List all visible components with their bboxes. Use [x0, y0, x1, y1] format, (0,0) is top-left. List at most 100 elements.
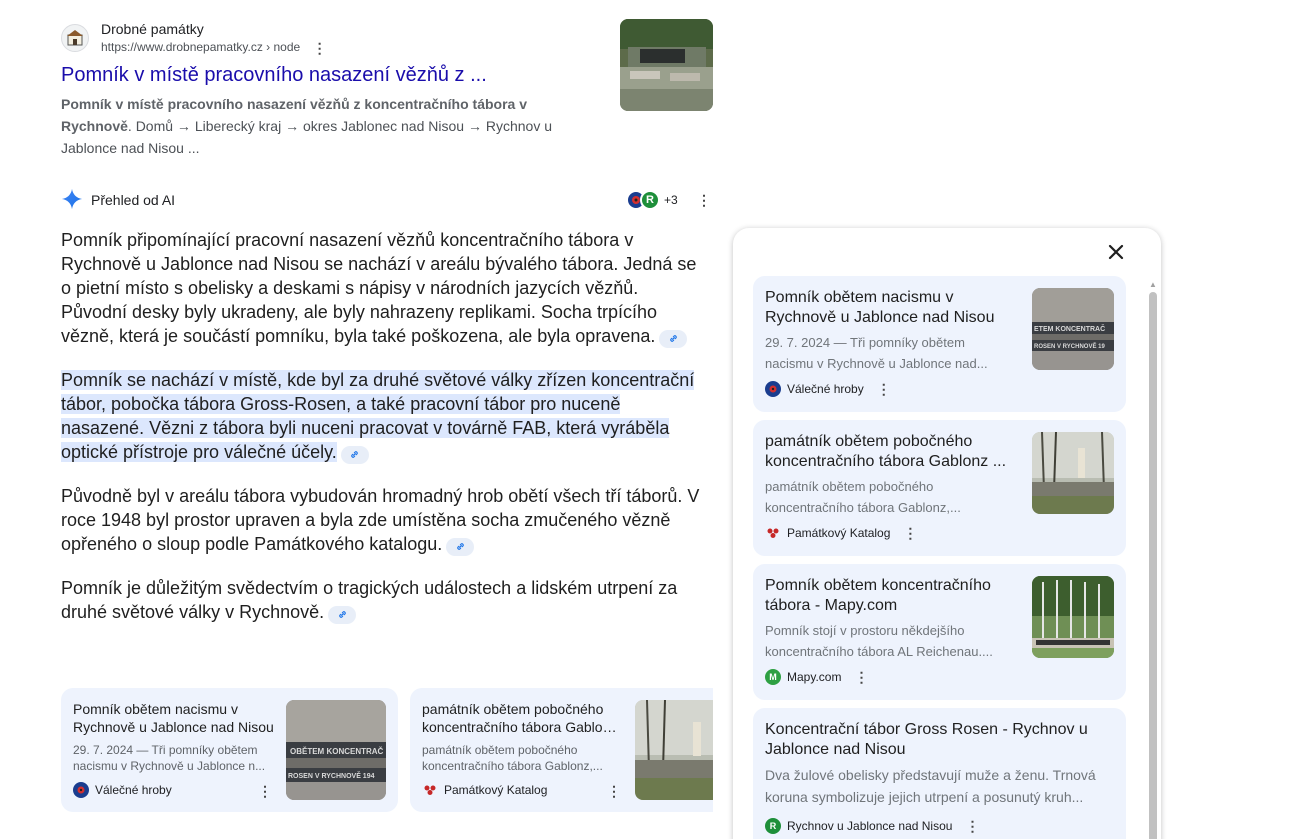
ai-sources-button[interactable]: R +3	[626, 189, 678, 211]
panel-card-snippet-line: 29. 7. 2024 — Tři pomníky obětem	[765, 335, 965, 350]
source-card-snippet-line: nacismu v Rychnově u Jablonce n...	[73, 759, 266, 773]
panel-card-title-line: Pomník obětem koncentračního	[765, 577, 991, 594]
panel-card-title-line: Rychnově u Jablonce nad Nisou	[765, 309, 995, 326]
panel-card-source: Válečné hroby ⋮	[765, 381, 892, 397]
source-card-title-line: Pomník obětem nacismu v	[73, 701, 238, 717]
panel-card-snippet-line: nacismu v Rychnově u Jablonce nad...	[765, 356, 988, 371]
result-snippet: Pomník v místě pracovního nasazení vězňů…	[61, 93, 561, 159]
link-icon[interactable]	[659, 329, 688, 348]
source-carousel: Pomník obětem nacismu v Rychnově u Jablo…	[61, 688, 713, 812]
sources-panel: Pomník obětem nacismu v Rychnově u Jablo…	[733, 228, 1161, 839]
more-vert-icon[interactable]: ⋮	[876, 381, 892, 397]
source-card-source: Památkový Katalog	[422, 782, 547, 798]
link-icon[interactable]	[340, 445, 369, 464]
svg-text:ROSEN V RYCHNOVĚ 194: ROSEN V RYCHNOVĚ 194	[288, 771, 375, 780]
site-url[interactable]: https://www.drobnepamatky.cz › node ⋮	[101, 40, 328, 56]
panel-card-snippet-line: koncentračního tábora AL Reichenau....	[765, 644, 993, 659]
result-thumbnail[interactable]	[620, 19, 713, 111]
rychnov-icon: R	[765, 818, 781, 834]
panel-card-title: Pomník obětem koncentračního tábora - Ma…	[765, 576, 1020, 616]
svg-text:ETEM KONCENTRAČ: ETEM KONCENTRAČ	[1034, 324, 1105, 333]
panel-source-card[interactable]: památník obětem pobočného koncentračního…	[753, 420, 1126, 556]
site-name[interactable]: Drobné památky	[101, 21, 204, 37]
source-card-title: památník obětem pobočného koncentračního…	[422, 700, 622, 736]
scroll-up-arrow-icon[interactable]: ▲	[1148, 280, 1158, 290]
mapy-icon: M	[765, 669, 781, 685]
panel-card-snippet: 29. 7. 2024 — Tři pomníky obětem nacismu…	[765, 332, 1020, 374]
valecne-hroby-icon	[73, 782, 89, 798]
panel-source-card[interactable]: Koncentrační tábor Gross Rosen - Rychnov…	[753, 708, 1126, 839]
more-vert-icon[interactable]: ⋮	[257, 783, 273, 799]
ai-overview-body: Pomník připomínající pracovní nasazení v…	[61, 228, 701, 644]
source-card-snippet-line: koncentračního tábora Gablonz,...	[422, 759, 603, 773]
source-card-source: Válečné hroby	[73, 782, 172, 798]
panel-scrollbar[interactable]: ▲	[1148, 280, 1158, 839]
source-card-thumbnail	[635, 700, 713, 800]
valecne-hroby-icon	[765, 381, 781, 397]
panel-card-title: Pomník obětem nacismu v Rychnově u Jablo…	[765, 288, 1020, 328]
source-card-snippet-line: památník obětem pobočného	[422, 743, 578, 757]
source-card[interactable]: památník obětem pobočného koncentračního…	[410, 688, 713, 812]
panel-card-title-line: Jablonce nad Nisou	[765, 741, 906, 758]
panel-source-card[interactable]: Pomník obětem nacismu v Rychnově u Jablo…	[753, 276, 1126, 412]
pamatkovy-katalog-icon	[422, 782, 438, 798]
source-card-thumbnail: OBĚTEM KONCENTRAČ ROSEN V RYCHNOVĚ 194	[286, 700, 386, 800]
ai-paragraph-highlighted-text: Pomník se nachází v místě, kde byl za dr…	[61, 370, 695, 462]
ai-paragraph: Původně byl v areálu tábora vybudován hr…	[61, 484, 701, 556]
panel-card-snippet: Dva žulové obelisky představují muže a ž…	[765, 764, 1115, 808]
gemini-sparkle-icon	[61, 188, 83, 210]
panel-card-snippet: Pomník stojí v prostoru někdejšího konce…	[765, 620, 1020, 662]
close-icon[interactable]	[1104, 240, 1128, 264]
panel-card-thumbnail	[1032, 576, 1114, 658]
panel-card-snippet-line: koruna symbolizuje jejich utrpení a posu…	[765, 789, 1084, 805]
ai-paragraph-text: Pomník připomínající pracovní nasazení v…	[61, 230, 697, 346]
panel-card-snippet-line: koncentračního tábora Gablonz,...	[765, 500, 961, 515]
ai-paragraph: Pomník se nachází v místě, kde byl za dr…	[61, 368, 701, 464]
panel-card-title-line: památník obětem pobočného	[765, 433, 973, 450]
panel-card-snippet-line: památník obětem pobočného	[765, 479, 934, 494]
panel-card-title-line: tábora - Mapy.com	[765, 597, 898, 614]
source-name: Rychnov u Jablonce nad Nisou	[787, 819, 953, 833]
panel-card-snippet-line: Pomník stojí v prostoru někdejšího	[765, 623, 965, 638]
panel-card-title: památník obětem pobočného koncentračního…	[765, 432, 1020, 472]
more-vert-icon[interactable]: ⋮	[902, 525, 918, 541]
ai-overview-title: Přehled od AI	[91, 192, 176, 208]
pamatkovy-katalog-icon	[765, 525, 781, 541]
svg-text:ROSEN V RYCHNOVĚ 19: ROSEN V RYCHNOVĚ 19	[1034, 342, 1105, 350]
monument-favicon[interactable]	[61, 24, 89, 52]
more-vert-icon[interactable]: ⋮	[853, 669, 869, 685]
panel-card-source: R Rychnov u Jablonce nad Nisou ⋮	[765, 818, 980, 834]
source-card-title-line: Rychnově u Jablonce nad Nisou	[73, 719, 274, 735]
ai-paragraph-text: Původně byl v areálu tábora vybudován hr…	[61, 486, 700, 554]
source-card[interactable]: Pomník obětem nacismu v Rychnově u Jablo…	[61, 688, 398, 812]
extra-sources-count: +3	[664, 193, 678, 207]
panel-card-source: Památkový Katalog ⋮	[765, 525, 918, 541]
source-card-title-line: památník obětem pobočného	[422, 701, 604, 717]
search-result: Drobné památky https://www.drobnepamatky…	[61, 18, 713, 158]
scrollbar-thumb[interactable]	[1149, 292, 1157, 839]
ai-overview-header: Přehled od AI R +3 ⋮	[61, 187, 713, 213]
panel-card-title-line: Pomník obětem nacismu v	[765, 289, 954, 306]
panel-card-thumbnail: ETEM KONCENTRAČ ROSEN V RYCHNOVĚ 19	[1032, 288, 1114, 370]
more-vert-icon[interactable]: ⋮	[696, 192, 712, 208]
ai-paragraph-text: Pomník je důležitým svědectvím o tragick…	[61, 578, 678, 622]
more-vert-icon[interactable]: ⋮	[312, 40, 328, 56]
panel-card-title: Koncentrační tábor Gross Rosen - Rychnov…	[765, 720, 1115, 760]
snippet-text: . Domů → Liberecký kraj → okres Jablonec…	[61, 118, 552, 156]
panel-card-thumbnail	[1032, 432, 1114, 514]
result-title-link[interactable]: Pomník v místě pracovního nasazení vězňů…	[61, 64, 487, 87]
source-card-snippet-line: 29. 7. 2024 — Tři pomníky obětem	[73, 743, 258, 757]
panel-source-card[interactable]: Pomník obětem koncentračního tábora - Ma…	[753, 564, 1126, 700]
panel-card-snippet: památník obětem pobočného koncentračního…	[765, 476, 1020, 518]
link-icon[interactable]	[328, 605, 357, 624]
more-vert-icon[interactable]: ⋮	[964, 818, 980, 834]
source-name: Památkový Katalog	[787, 526, 891, 540]
svg-text:OBĚTEM KONCENTRAČ: OBĚTEM KONCENTRAČ	[290, 747, 384, 756]
more-vert-icon[interactable]: ⋮	[606, 783, 622, 799]
panel-card-title-line: Koncentrační tábor Gross Rosen - Rychnov…	[765, 721, 1088, 738]
source-card-title: Pomník obětem nacismu v Rychnově u Jablo…	[73, 700, 278, 736]
link-icon[interactable]	[446, 537, 475, 556]
source-name: Památkový Katalog	[444, 783, 548, 797]
source-name: Válečné hroby	[95, 783, 172, 797]
panel-card-source: M Mapy.com ⋮	[765, 669, 869, 685]
